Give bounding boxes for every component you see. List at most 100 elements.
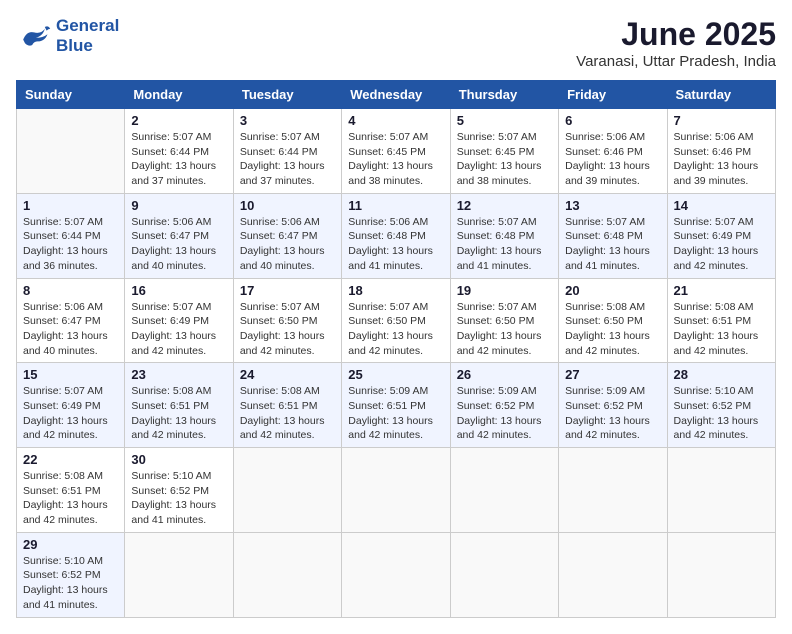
day-info: Sunrise: 5:07 AMSunset: 6:44 PMDaylight:… xyxy=(131,130,226,189)
calendar-cell: 10Sunrise: 5:06 AMSunset: 6:47 PMDayligh… xyxy=(233,193,341,278)
calendar-cell: 1Sunrise: 5:07 AMSunset: 6:44 PMDaylight… xyxy=(17,193,125,278)
day-number: 25 xyxy=(348,367,443,382)
day-number: 20 xyxy=(565,283,660,298)
day-info: Sunrise: 5:06 AMSunset: 6:46 PMDaylight:… xyxy=(565,130,660,189)
calendar-cell: 16Sunrise: 5:07 AMSunset: 6:49 PMDayligh… xyxy=(125,278,233,363)
calendar-cell: 30Sunrise: 5:10 AMSunset: 6:52 PMDayligh… xyxy=(125,448,233,533)
calendar-cell: 28 Sunrise: 5:10 AMSunset: 6:52 PMDayligh… xyxy=(667,363,775,448)
day-info: Sunrise: 5:06 AMSunset: 6:46 PMDaylight:… xyxy=(674,130,769,189)
day-number: 9 xyxy=(131,198,226,213)
day-number: 17 xyxy=(240,283,335,298)
calendar-cell xyxy=(233,532,341,617)
calendar-row: 22Sunrise: 5:08 AMSunset: 6:51 PMDayligh… xyxy=(17,448,776,533)
calendar-cell: 12 Sunrise: 5:07 AMSunset: 6:48 PMDayligh… xyxy=(450,193,558,278)
calendar-cell: 5Sunrise: 5:07 AMSunset: 6:45 PMDaylight… xyxy=(450,109,558,194)
day-number: 7 xyxy=(674,113,769,128)
day-info: Sunrise: 5:07 AMSunset: 6:48 PMDaylight:… xyxy=(565,215,660,274)
calendar-cell xyxy=(17,109,125,194)
weekday-header-tuesday: Tuesday xyxy=(233,81,341,109)
day-number: 29 xyxy=(23,537,118,552)
day-info: Sunrise: 5:06 AMSunset: 6:47 PMDaylight:… xyxy=(131,215,226,274)
calendar-row: 8 Sunrise: 5:06 AMSunset: 6:47 PMDaylight… xyxy=(17,278,776,363)
day-info: Sunrise: 5:09 AMSunset: 6:51 PMDaylight:… xyxy=(348,384,443,443)
day-number: 18 xyxy=(348,283,443,298)
logo-icon xyxy=(16,21,52,51)
day-info: Sunrise: 5:10 AMSunset: 6:52 PMDaylight:… xyxy=(23,554,118,613)
day-number: 4 xyxy=(348,113,443,128)
calendar-cell: 29 Sunrise: 5:10 AMSunset: 6:52 PMDayligh… xyxy=(17,532,125,617)
day-number: 14 xyxy=(674,198,769,213)
day-info: Sunrise: 5:06 AMSunset: 6:48 PMDaylight:… xyxy=(348,215,443,274)
calendar-cell: 23Sunrise: 5:08 AMSunset: 6:51 PMDayligh… xyxy=(125,363,233,448)
calendar-cell xyxy=(125,532,233,617)
day-number: 3 xyxy=(240,113,335,128)
calendar-cell: 24 Sunrise: 5:08 AMSunset: 6:51 PMDayligh… xyxy=(233,363,341,448)
day-info: Sunrise: 5:07 AMSunset: 6:49 PMDaylight:… xyxy=(674,215,769,274)
logo: General Blue xyxy=(16,16,119,56)
month-title: June 2025 xyxy=(576,16,776,53)
calendar-cell: 14 Sunrise: 5:07 AMSunset: 6:49 PMDayligh… xyxy=(667,193,775,278)
day-number: 8 xyxy=(23,283,118,298)
calendar-cell xyxy=(559,448,667,533)
day-number: 26 xyxy=(457,367,552,382)
day-info: Sunrise: 5:07 AMSunset: 6:48 PMDaylight:… xyxy=(457,215,552,274)
day-info: Sunrise: 5:09 AMSunset: 6:52 PMDaylight:… xyxy=(565,384,660,443)
calendar-cell: 26 Sunrise: 5:09 AMSunset: 6:52 PMDayligh… xyxy=(450,363,558,448)
day-number: 19 xyxy=(457,283,552,298)
day-number: 10 xyxy=(240,198,335,213)
day-number: 15 xyxy=(23,367,118,382)
calendar-cell xyxy=(342,448,450,533)
calendar-cell: 7 Sunrise: 5:06 AMSunset: 6:46 PMDaylight… xyxy=(667,109,775,194)
day-info: Sunrise: 5:07 AMSunset: 6:44 PMDaylight:… xyxy=(240,130,335,189)
day-number: 6 xyxy=(565,113,660,128)
calendar-cell: 22Sunrise: 5:08 AMSunset: 6:51 PMDayligh… xyxy=(17,448,125,533)
calendar-cell xyxy=(559,532,667,617)
weekday-header-thursday: Thursday xyxy=(450,81,558,109)
calendar-cell: 20Sunrise: 5:08 AMSunset: 6:50 PMDayligh… xyxy=(559,278,667,363)
day-number: 13 xyxy=(565,198,660,213)
day-number: 12 xyxy=(457,198,552,213)
calendar-cell xyxy=(667,532,775,617)
calendar-cell xyxy=(667,448,775,533)
day-info: Sunrise: 5:06 AMSunset: 6:47 PMDaylight:… xyxy=(23,300,118,359)
day-number: 16 xyxy=(131,283,226,298)
weekday-header-sunday: Sunday xyxy=(17,81,125,109)
calendar-cell: 27 Sunrise: 5:09 AMSunset: 6:52 PMDayligh… xyxy=(559,363,667,448)
weekday-header-row: SundayMondayTuesdayWednesdayThursdayFrid… xyxy=(17,81,776,109)
calendar-cell: 6 Sunrise: 5:06 AMSunset: 6:46 PMDaylight… xyxy=(559,109,667,194)
calendar-row: 1Sunrise: 5:07 AMSunset: 6:44 PMDaylight… xyxy=(17,193,776,278)
day-info: Sunrise: 5:07 AMSunset: 6:45 PMDaylight:… xyxy=(348,130,443,189)
day-number: 28 xyxy=(674,367,769,382)
location-subtitle: Varanasi, Uttar Pradesh, India xyxy=(576,53,776,70)
weekday-header-saturday: Saturday xyxy=(667,81,775,109)
calendar-cell xyxy=(450,448,558,533)
calendar-cell: 9 Sunrise: 5:06 AMSunset: 6:47 PMDaylight… xyxy=(125,193,233,278)
day-number: 27 xyxy=(565,367,660,382)
day-number: 22 xyxy=(23,452,118,467)
calendar-row: 29 Sunrise: 5:10 AMSunset: 6:52 PMDayligh… xyxy=(17,532,776,617)
day-info: Sunrise: 5:07 AMSunset: 6:50 PMDaylight:… xyxy=(457,300,552,359)
day-number: 21 xyxy=(674,283,769,298)
day-number: 2 xyxy=(131,113,226,128)
calendar-cell: 17 Sunrise: 5:07 AMSunset: 6:50 PMDayligh… xyxy=(233,278,341,363)
calendar-cell: 8 Sunrise: 5:06 AMSunset: 6:47 PMDaylight… xyxy=(17,278,125,363)
calendar-cell xyxy=(450,532,558,617)
day-info: Sunrise: 5:09 AMSunset: 6:52 PMDaylight:… xyxy=(457,384,552,443)
day-info: Sunrise: 5:07 AMSunset: 6:50 PMDaylight:… xyxy=(240,300,335,359)
day-number: 30 xyxy=(131,452,226,467)
calendar-cell: 13 Sunrise: 5:07 AMSunset: 6:48 PMDayligh… xyxy=(559,193,667,278)
day-info: Sunrise: 5:07 AMSunset: 6:44 PMDaylight:… xyxy=(23,215,118,274)
day-number: 24 xyxy=(240,367,335,382)
day-info: Sunrise: 5:08 AMSunset: 6:51 PMDaylight:… xyxy=(674,300,769,359)
day-info: Sunrise: 5:10 AMSunset: 6:52 PMDaylight:… xyxy=(674,384,769,443)
calendar-cell: 11Sunrise: 5:06 AMSunset: 6:48 PMDayligh… xyxy=(342,193,450,278)
calendar-cell: 18 Sunrise: 5:07 AMSunset: 6:50 PMDayligh… xyxy=(342,278,450,363)
calendar-cell xyxy=(233,448,341,533)
day-info: Sunrise: 5:08 AMSunset: 6:51 PMDaylight:… xyxy=(240,384,335,443)
page-header: General Blue June 2025 Varanasi, Uttar P… xyxy=(16,16,776,70)
day-info: Sunrise: 5:07 AMSunset: 6:50 PMDaylight:… xyxy=(348,300,443,359)
calendar-table: SundayMondayTuesdayWednesdayThursdayFrid… xyxy=(16,80,776,618)
calendar-title-area: June 2025 Varanasi, Uttar Pradesh, India xyxy=(576,16,776,70)
calendar-cell: 3 Sunrise: 5:07 AMSunset: 6:44 PMDaylight… xyxy=(233,109,341,194)
calendar-row: 2 Sunrise: 5:07 AMSunset: 6:44 PMDaylight… xyxy=(17,109,776,194)
